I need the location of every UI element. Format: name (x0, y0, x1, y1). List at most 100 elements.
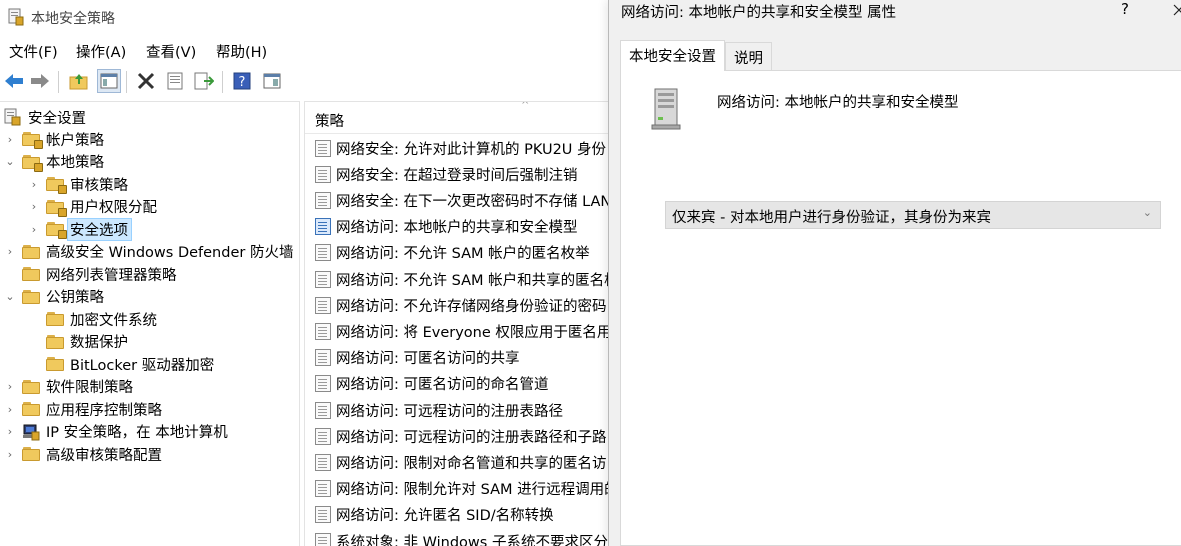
menu-view[interactable]: 查看(V) (146, 41, 196, 62)
chevron-right-icon[interactable]: › (4, 245, 16, 258)
policy-document-icon (315, 506, 331, 524)
tree-root[interactable]: 安全设置 (4, 106, 86, 128)
policy-document-icon (315, 270, 331, 288)
setting-dropdown[interactable]: 仅来宾 - 对本地用户进行身份验证，其身份为来宾 ⌄ (665, 201, 1161, 229)
policy-document-icon (315, 218, 331, 236)
policy-document-icon (315, 349, 331, 367)
chevron-right-icon[interactable]: › (28, 223, 40, 236)
menu-file[interactable]: 文件(F) (9, 41, 58, 62)
policy-name: 网络访问: 本地帐户的共享和安全模型 (717, 95, 959, 111)
security-policy-icon (8, 8, 24, 26)
policy-document-icon (315, 139, 331, 157)
help-button[interactable]: ? (1121, 0, 1129, 18)
list-item-label: 网络访问: 不允许存储网络身份验证的密码 (336, 298, 607, 315)
list-header[interactable]: ^ 策略 (305, 102, 610, 134)
list-item[interactable]: 网络安全: 允许对此计算机的 PKU2U 身份 (315, 136, 606, 160)
back-icon[interactable] (2, 69, 26, 93)
chevron-right-icon[interactable]: › (28, 178, 40, 191)
tree-item-label: 数据保护 (70, 335, 128, 351)
up-folder-icon[interactable] (67, 69, 91, 93)
tree-item-label: 本地策略 (46, 155, 104, 171)
tree-item[interactable]: › IP 安全策略，在 本地计算机 (4, 421, 228, 443)
locked-folder-icon (22, 154, 43, 172)
chevron-right-icon[interactable]: › (4, 133, 16, 146)
tree-item[interactable]: › 帐户策略 (4, 128, 104, 150)
folder-icon (46, 312, 64, 326)
menu-action[interactable]: 操作(A) (76, 41, 126, 62)
menu-bar: 文件(F) 操作(A) 查看(V) 帮助(H) (0, 38, 610, 62)
folder-icon (22, 267, 40, 281)
window-title: 本地安全策略 (31, 11, 115, 27)
list-item[interactable]: 网络访问: 将 Everyone 权限应用于匿名用户 (315, 319, 610, 343)
properties-icon[interactable] (163, 69, 187, 93)
tree-item[interactable]: ⌄ 本地策略 (4, 151, 104, 173)
tree-item[interactable]: 加密文件系统 (28, 308, 157, 330)
policy-document-icon (315, 453, 331, 471)
folder-icon (22, 289, 40, 304)
tree-item-label: 网络列表管理器策略 (46, 267, 177, 284)
list-item-label: 网络访问: 将 Everyone 权限应用于匿名用户 (336, 324, 610, 341)
toolbar-separator (58, 71, 59, 93)
locked-folder-icon (22, 132, 43, 149)
tree-item[interactable]: › 用户权限分配 (28, 196, 157, 218)
tree-item[interactable]: 网络列表管理器策略 (4, 263, 177, 285)
tab-explain[interactable]: 说明 (725, 42, 772, 70)
list-item[interactable]: 网络安全: 在下一次更改密码时不存储 LAN (315, 188, 610, 212)
tree-item-label: 高级安全 Windows Defender 防火墙 (46, 245, 294, 261)
chevron-right-icon[interactable]: › (4, 403, 16, 416)
policy-document-icon (315, 322, 331, 340)
list-item-label: 网络访问: 可匿名访问的命名管道 (336, 377, 549, 394)
tree-root-label: 安全设置 (28, 110, 86, 127)
tree-item[interactable]: › 高级安全 Windows Defender 防火墙 (4, 241, 293, 263)
chevron-down-icon[interactable]: ⌄ (4, 155, 16, 168)
tree-item[interactable]: › 安全选项 (28, 217, 132, 241)
menu-help[interactable]: 帮助(H) (216, 41, 267, 62)
export-list-icon[interactable] (192, 69, 216, 93)
list-item-label: 网络访问: 允许匿名 SID/名称转换 (336, 508, 554, 525)
chevron-right-icon[interactable]: › (4, 380, 16, 393)
forward-icon[interactable] (28, 69, 52, 93)
list-item[interactable]: 网络访问: 可匿名访问的共享 (315, 346, 520, 370)
policy-document-icon (315, 532, 331, 546)
show-hide-tree-icon[interactable] (97, 69, 121, 93)
list-item[interactable]: 网络访问: 可远程访问的注册表路径和子路 (315, 424, 607, 448)
tab-local-security-setting[interactable]: 本地安全设置 (620, 40, 725, 71)
list-item[interactable]: 网络访问: 限制对命名管道和共享的匿名访 (315, 450, 607, 474)
list-item[interactable]: 网络访问: 限制允许对 SAM 进行远程调用的 (315, 477, 610, 501)
toolbar: ? (0, 66, 610, 96)
navigation-tree: 安全设置 › 帐户策略 ⌄ 本地策略 › 审核策略 › 用户权限分配 › 安全选项 › 高级安全 Wi… (0, 101, 300, 546)
tree-item[interactable]: › 审核策略 (28, 173, 128, 195)
list-item-label: 网络访问: 可远程访问的注册表路径和子路 (336, 429, 607, 446)
list-item[interactable]: 网络访问: 可远程访问的注册表路径 (315, 398, 563, 422)
chevron-right-icon[interactable]: › (4, 448, 16, 461)
list-item[interactable]: 网络访问: 允许匿名 SID/名称转换 (315, 503, 554, 527)
chevron-right-icon[interactable]: › (4, 425, 16, 438)
policy-document-icon (315, 244, 331, 262)
column-policy[interactable]: 策略 (315, 110, 344, 131)
chevron-right-icon[interactable]: › (28, 200, 40, 213)
chevron-down-icon[interactable]: ⌄ (1143, 206, 1152, 219)
folder-icon (22, 244, 40, 259)
toolbar-separator (222, 71, 223, 93)
list-item-label: 网络访问: 不允许 SAM 帐户的匿名枚举 (336, 246, 590, 263)
tree-item[interactable]: › 应用程序控制策略 (4, 398, 162, 420)
tree-item[interactable]: › 高级审核策略配置 (4, 443, 162, 465)
list-item[interactable]: 系统对象: 非 Windows 子系统不要求区分 (315, 529, 608, 546)
tree-item[interactable]: 数据保护 (28, 331, 128, 353)
tree-item[interactable]: BitLocker 驱动器加密 (28, 353, 214, 375)
console-view-icon[interactable] (260, 69, 284, 93)
tree-item[interactable]: ⌄ 公钥策略 (4, 286, 104, 308)
tree-item[interactable]: › 软件限制策略 (4, 376, 133, 398)
security-settings-icon (4, 108, 21, 126)
list-item[interactable]: 网络访问: 本地帐户的共享和安全模型 (315, 215, 578, 239)
help-icon[interactable]: ? (230, 69, 254, 93)
sort-indicator-icon: ^ (521, 101, 530, 111)
list-item[interactable]: 网络访问: 不允许 SAM 帐户和共享的匿名枚 (315, 267, 610, 291)
close-icon[interactable] (1172, 0, 1181, 24)
list-item[interactable]: 网络访问: 不允许存储网络身份验证的密码 (315, 293, 607, 317)
list-item[interactable]: 网络访问: 不允许 SAM 帐户的匿名枚举 (315, 241, 590, 265)
delete-icon[interactable] (134, 69, 158, 93)
list-item[interactable]: 网络访问: 可匿名访问的命名管道 (315, 372, 549, 396)
chevron-down-icon[interactable]: ⌄ (4, 290, 16, 303)
list-item[interactable]: 网络安全: 在超过登录时间后强制注销 (315, 162, 578, 186)
